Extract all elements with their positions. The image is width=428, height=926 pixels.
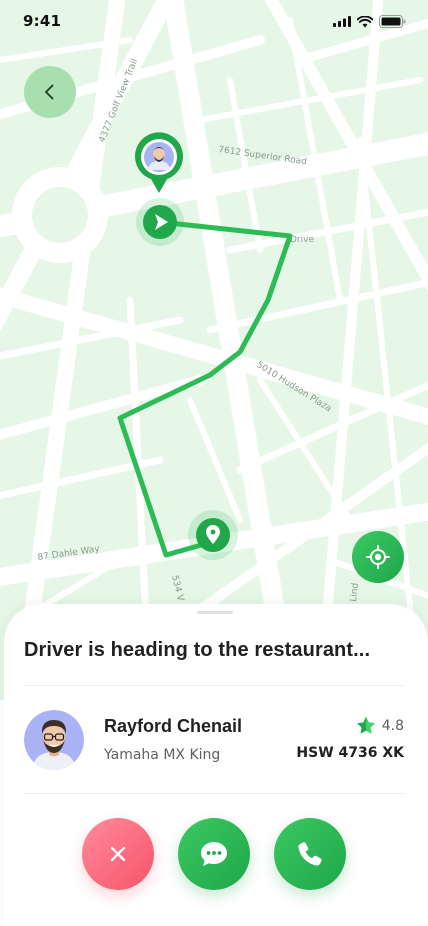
street-label-bottom: 534 V bbox=[169, 574, 185, 603]
cellular-signal-icon bbox=[333, 16, 351, 27]
driver-info-sheet: Driver is heading to the restaurant... R… bbox=[4, 604, 428, 926]
street-label-superior: 7612 Superior Road bbox=[218, 145, 308, 167]
divider bbox=[24, 793, 404, 794]
call-driver-button[interactable] bbox=[274, 818, 346, 890]
wifi-icon bbox=[357, 15, 373, 27]
back-button[interactable] bbox=[24, 66, 76, 118]
status-icons bbox=[333, 15, 406, 28]
driver-name: Rayford Chenail bbox=[104, 716, 243, 736]
driver-pin-icon bbox=[135, 132, 183, 193]
crosshair-icon bbox=[366, 545, 390, 569]
phone-icon bbox=[298, 842, 322, 866]
street-label-drive: Drive bbox=[290, 235, 314, 245]
divider bbox=[24, 685, 404, 686]
start-location-marker[interactable] bbox=[135, 197, 185, 247]
vehicle-model: Yamaha MX King bbox=[104, 747, 221, 763]
cancel-order-button[interactable] bbox=[82, 818, 154, 890]
navigation-arrow-icon bbox=[136, 198, 184, 246]
delivery-status-message: Driver is heading to the restaurant... bbox=[24, 639, 371, 661]
street-label-linden: Lind bbox=[349, 582, 361, 602]
driver-rating: 4.8 bbox=[356, 716, 404, 735]
action-buttons bbox=[82, 818, 346, 890]
driver-location-marker[interactable] bbox=[133, 131, 185, 195]
location-pin-icon bbox=[188, 510, 238, 560]
battery-icon bbox=[379, 15, 406, 28]
license-plate: HSW 4736 XK bbox=[296, 745, 404, 761]
driver-avatar[interactable] bbox=[24, 710, 84, 770]
chevron-left-icon bbox=[45, 84, 54, 100]
locate-me-button[interactable] bbox=[352, 531, 404, 583]
close-icon bbox=[110, 846, 126, 862]
chat-bubble-icon bbox=[201, 842, 227, 866]
chat-driver-button[interactable] bbox=[178, 818, 250, 890]
driver-photo bbox=[24, 710, 84, 770]
destination-marker[interactable] bbox=[187, 509, 239, 561]
rating-value: 4.8 bbox=[381, 717, 404, 734]
sheet-drag-handle[interactable] bbox=[197, 611, 233, 614]
status-bar: 9:41 bbox=[0, 0, 428, 44]
status-time: 9:41 bbox=[23, 12, 62, 30]
star-icon bbox=[356, 716, 375, 734]
